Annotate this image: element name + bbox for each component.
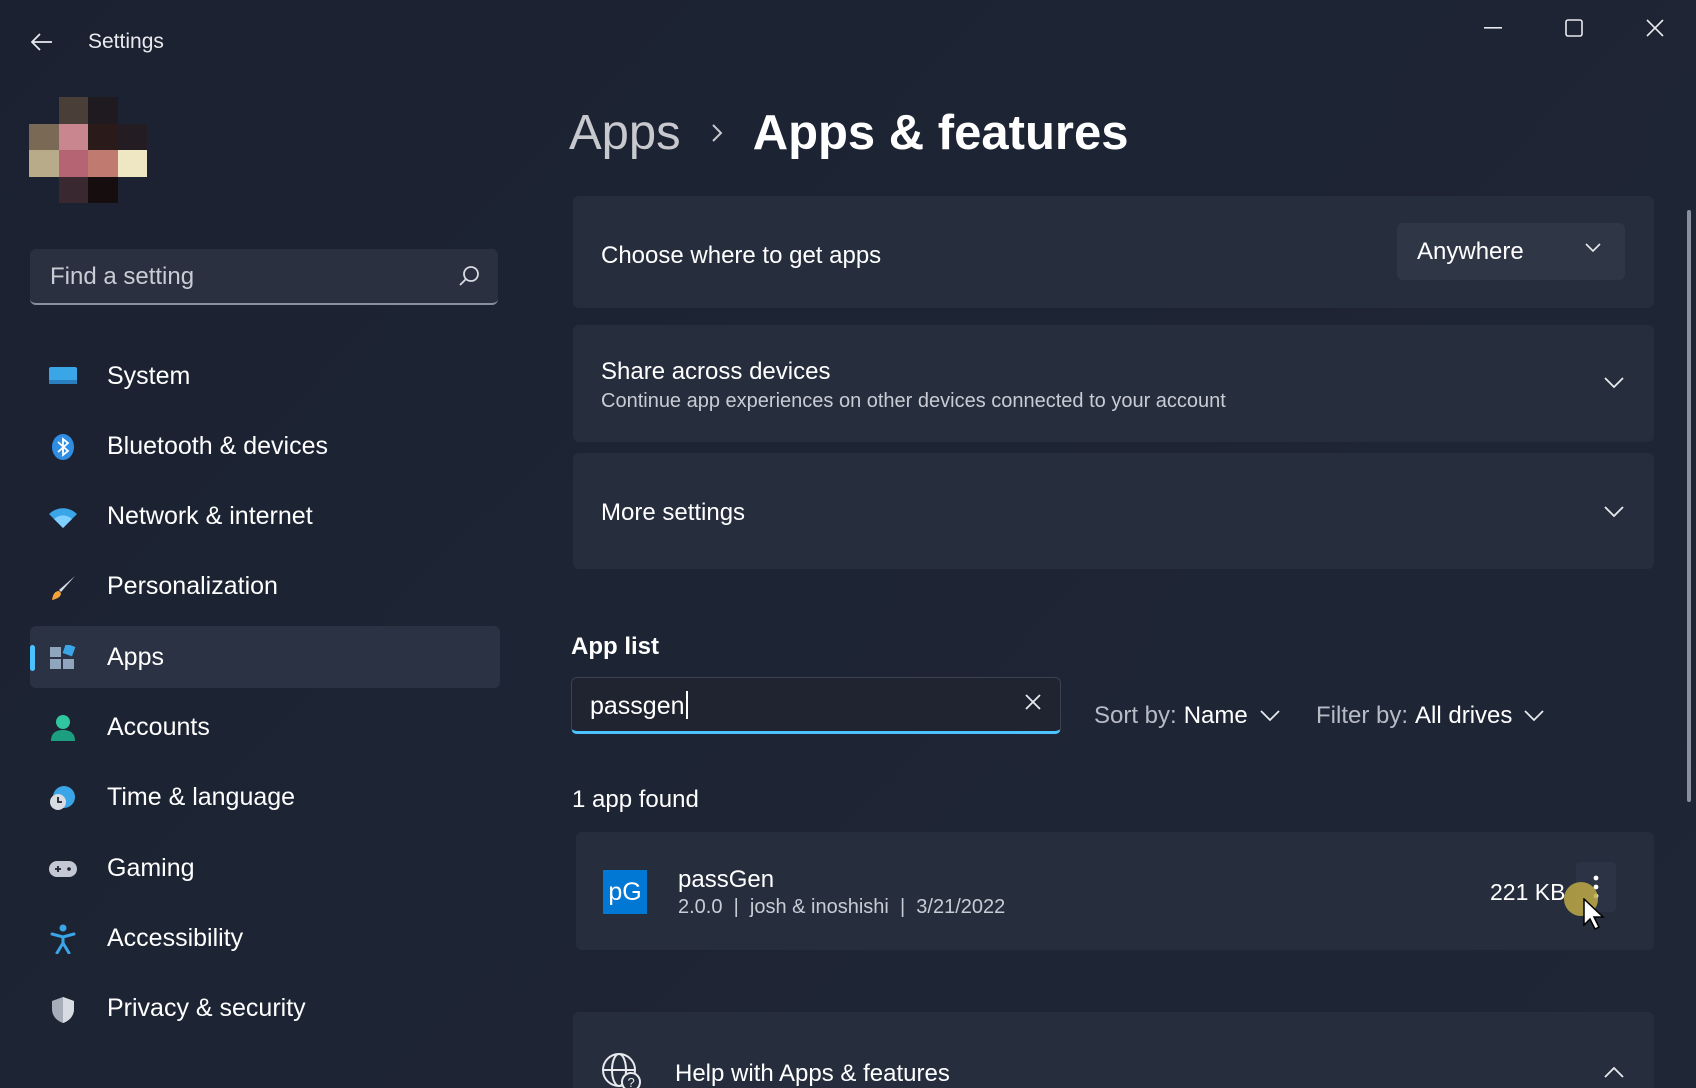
close-button[interactable] xyxy=(1617,6,1693,50)
sort-label: Sort by: xyxy=(1094,702,1177,729)
choose-where-card: Choose where to get apps Anywhere xyxy=(573,196,1654,308)
breadcrumb: Apps Apps & features xyxy=(569,98,1128,168)
minimize-button[interactable] xyxy=(1455,6,1531,50)
filter-label: Filter by: xyxy=(1316,702,1409,729)
wifi-icon xyxy=(48,503,78,533)
find-setting-search[interactable] xyxy=(30,249,498,305)
results-count: 1 app found xyxy=(572,786,699,813)
sidebar-item-apps[interactable]: Apps xyxy=(30,626,500,689)
sidebar-item-bluetooth[interactable]: Bluetooth & devices xyxy=(30,415,500,477)
sidebar-item-label: Accessibility xyxy=(107,923,244,952)
chevron-down-icon[interactable] xyxy=(1604,377,1624,389)
sidebar-item-label: System xyxy=(107,361,191,390)
sidebar-item-accessibility[interactable]: Accessibility xyxy=(30,907,500,969)
sidebar-item-label: Accounts xyxy=(107,712,210,741)
help-card[interactable]: ? Help with Apps & features xyxy=(573,1012,1654,1088)
help-title: Help with Apps & features xyxy=(675,1060,950,1087)
sidebar-nav: System Bluetooth & devices Network & int… xyxy=(30,345,500,1048)
app-source-dropdown[interactable]: Anywhere xyxy=(1397,223,1625,280)
app-name: passGen xyxy=(678,866,775,893)
app-search-input[interactable]: passgen xyxy=(590,691,688,721)
more-settings-title: More settings xyxy=(601,499,746,526)
bluetooth-icon xyxy=(48,432,78,462)
page-title: Apps & features xyxy=(752,106,1129,160)
back-arrow-icon xyxy=(31,33,52,51)
title-bar: Settings xyxy=(0,0,1696,84)
sidebar-item-label: Network & internet xyxy=(107,502,313,531)
app-logo-icon: pG xyxy=(603,870,647,914)
search-input[interactable] xyxy=(48,249,452,305)
more-settings-card[interactable]: More settings xyxy=(573,453,1654,569)
app-list-search[interactable]: passgen xyxy=(571,677,1061,734)
globe-help-icon: ? xyxy=(602,1053,641,1088)
list-item[interactable]: pG passGen 2.0.0 | josh & inoshishi | 3/… xyxy=(576,832,1654,950)
close-icon xyxy=(1646,19,1664,37)
sidebar-item-privacy[interactable]: Privacy & security xyxy=(30,978,500,1040)
choose-where-title: Choose where to get apps xyxy=(601,242,882,269)
chevron-down-icon xyxy=(1524,710,1545,722)
settings-window: Settings System xyxy=(0,0,1696,1088)
sidebar-item-time-language[interactable]: Time & language xyxy=(30,767,500,829)
svg-text:?: ? xyxy=(628,1075,635,1088)
maximize-icon xyxy=(1565,19,1583,37)
filter-value: All drives xyxy=(1415,702,1513,729)
minimize-icon xyxy=(1484,27,1502,29)
app-list-heading: App list xyxy=(571,633,659,660)
clear-icon[interactable] xyxy=(1024,693,1042,711)
person-icon xyxy=(48,713,78,743)
system-icon xyxy=(48,362,78,392)
accessibility-icon xyxy=(48,924,78,955)
mouse-cursor-icon xyxy=(1583,898,1605,930)
sort-dropdown[interactable]: Sort by: Name xyxy=(1094,702,1280,730)
sidebar-item-label: Gaming xyxy=(107,853,195,882)
sidebar-item-network[interactable]: Network & internet xyxy=(30,486,500,548)
sidebar-item-personalization[interactable]: Personalization xyxy=(30,556,500,618)
sidebar-item-label: Time & language xyxy=(107,783,296,812)
breadcrumb-parent-link[interactable]: Apps xyxy=(569,105,681,161)
sidebar-item-label: Privacy & security xyxy=(107,994,306,1023)
clock-globe-icon xyxy=(48,784,78,814)
sort-value: Name xyxy=(1183,702,1248,729)
sidebar-item-label: Apps xyxy=(107,642,164,671)
active-indicator xyxy=(30,645,35,672)
chevron-up-icon[interactable] xyxy=(1604,1066,1624,1078)
breadcrumb-chevron-icon xyxy=(711,123,723,143)
back-button[interactable] xyxy=(22,22,62,62)
gamepad-icon xyxy=(48,854,78,884)
sidebar-item-system[interactable]: System xyxy=(30,345,500,407)
chevron-down-icon xyxy=(1260,710,1280,722)
text-caret xyxy=(685,691,688,719)
shield-icon xyxy=(48,995,78,1025)
sidebar-item-label: Personalization xyxy=(107,572,278,601)
window-title: Settings xyxy=(88,30,164,53)
chevron-down-icon[interactable] xyxy=(1604,506,1624,518)
app-size: 221 KB xyxy=(1490,879,1566,905)
sidebar-item-accounts[interactable]: Accounts xyxy=(30,696,500,758)
avatar[interactable] xyxy=(29,97,147,203)
share-across-devices-card[interactable]: Share across devices Continue app experi… xyxy=(573,325,1654,442)
sidebar-item-gaming[interactable]: Gaming xyxy=(30,837,500,899)
app-meta: 2.0.0 | josh & inoshishi | 3/21/2022 xyxy=(678,896,1006,918)
sidebar-item-label: Bluetooth & devices xyxy=(107,431,328,460)
brush-icon xyxy=(48,573,78,603)
search-icon[interactable] xyxy=(458,265,480,287)
maximize-button[interactable] xyxy=(1536,6,1612,50)
app-source-value: Anywhere xyxy=(1417,238,1524,265)
share-subtitle: Continue app experiences on other device… xyxy=(601,390,1226,412)
chevron-down-icon xyxy=(1585,243,1601,253)
share-title: Share across devices xyxy=(601,358,831,385)
app-search-value: passgen xyxy=(590,692,685,720)
scrollbar[interactable] xyxy=(1687,210,1691,802)
apps-icon xyxy=(48,643,78,673)
filter-dropdown[interactable]: Filter by: All drives xyxy=(1316,702,1545,730)
